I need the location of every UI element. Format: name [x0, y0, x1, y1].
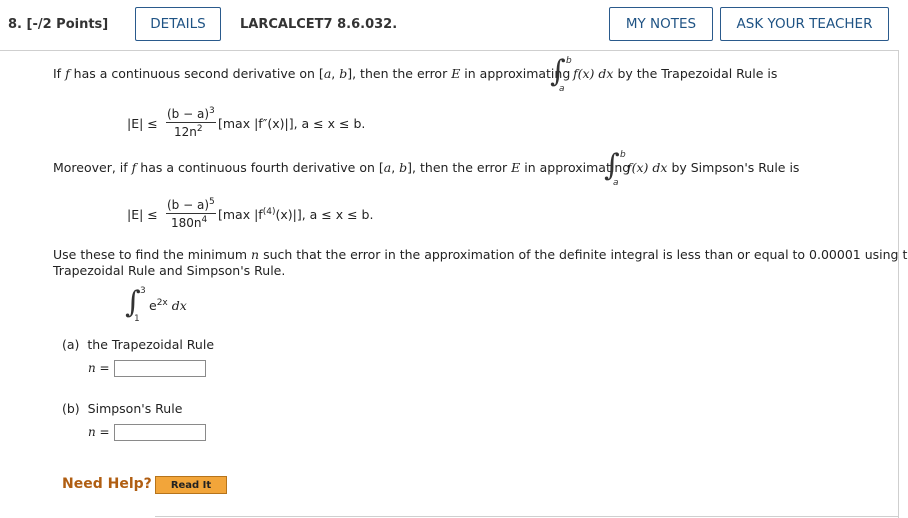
ask-teacher-button[interactable]: ASK YOUR TEACHER: [720, 7, 889, 41]
integral-lower-limit: a: [559, 84, 565, 94]
trap-error-lhs: |E| ≤: [127, 116, 158, 131]
points-label: [-/2 Points]: [26, 17, 109, 32]
integral-sign: ∫: [604, 148, 620, 183]
question-number: 8. [-/2 Points]: [8, 17, 109, 32]
question-id: LARCALCET7 8.6.032.: [240, 17, 398, 32]
simpson-intro-text-end: f(x) dx by Simpson's Rule is: [627, 160, 800, 175]
trap-fraction-denominator: 12n2: [174, 124, 203, 139]
simp-fraction-denominator: 180n4: [171, 215, 208, 230]
integral-lower-limit: 1: [134, 314, 140, 324]
need-help-label: Need Help?: [62, 476, 152, 492]
part-b-title: (b) Simpson's Rule: [62, 401, 183, 416]
part-a-n-label: n =: [88, 361, 110, 375]
simp-fraction-bar: [166, 213, 216, 214]
integral-upper-limit: 3: [140, 286, 146, 296]
instructions-line-1: Use these to find the minimum n such tha…: [53, 247, 908, 262]
read-it-button[interactable]: Read It: [155, 476, 227, 494]
trapezoidal-n-input[interactable]: [114, 360, 206, 377]
header-divider: [0, 50, 899, 51]
trap-fraction-numerator: (b − a)3: [167, 106, 215, 121]
my-notes-button[interactable]: MY NOTES: [609, 7, 713, 41]
integral-upper-limit: b: [566, 56, 572, 66]
intro-text: If f has a continuous second derivative …: [53, 66, 571, 81]
integral-lower-limit: a: [613, 178, 619, 188]
right-border: [898, 50, 899, 518]
simpson-intro-text: Moreover, if f has a continuous fourth d…: [53, 160, 631, 175]
intro-text-end: f(x) dx by the Trapezoidal Rule is: [573, 66, 778, 81]
details-button[interactable]: DETAILS: [135, 7, 221, 41]
integrand: f(x) dx: [627, 160, 668, 175]
integral-sign: ∫: [550, 54, 566, 89]
instructions-line-2: Trapezoidal Rule and Simpson's Rule.: [53, 263, 286, 278]
simp-error-lhs: |E| ≤: [127, 207, 158, 222]
part-a-title: (a) the Trapezoidal Rule: [62, 337, 215, 352]
integral-upper-limit: b: [620, 150, 626, 160]
question-header: 8. [-/2 Points] DETAILS LARCALCET7 8.6.0…: [0, 0, 908, 50]
part-b-n-label: n =: [88, 425, 110, 439]
bottom-border: [155, 516, 899, 517]
problem-integrand: e2x dx: [149, 298, 187, 314]
simpson-n-input[interactable]: [114, 424, 206, 441]
simp-fraction-numerator: (b − a)5: [167, 197, 215, 212]
trap-error-rhs: [max |f″(x)|], a ≤ x ≤ b.: [218, 116, 366, 131]
integrand: f(x) dx: [573, 66, 614, 81]
trap-fraction-bar: [166, 122, 216, 123]
simp-error-rhs: [max |f(4)(x)|], a ≤ x ≤ b.: [218, 207, 374, 223]
